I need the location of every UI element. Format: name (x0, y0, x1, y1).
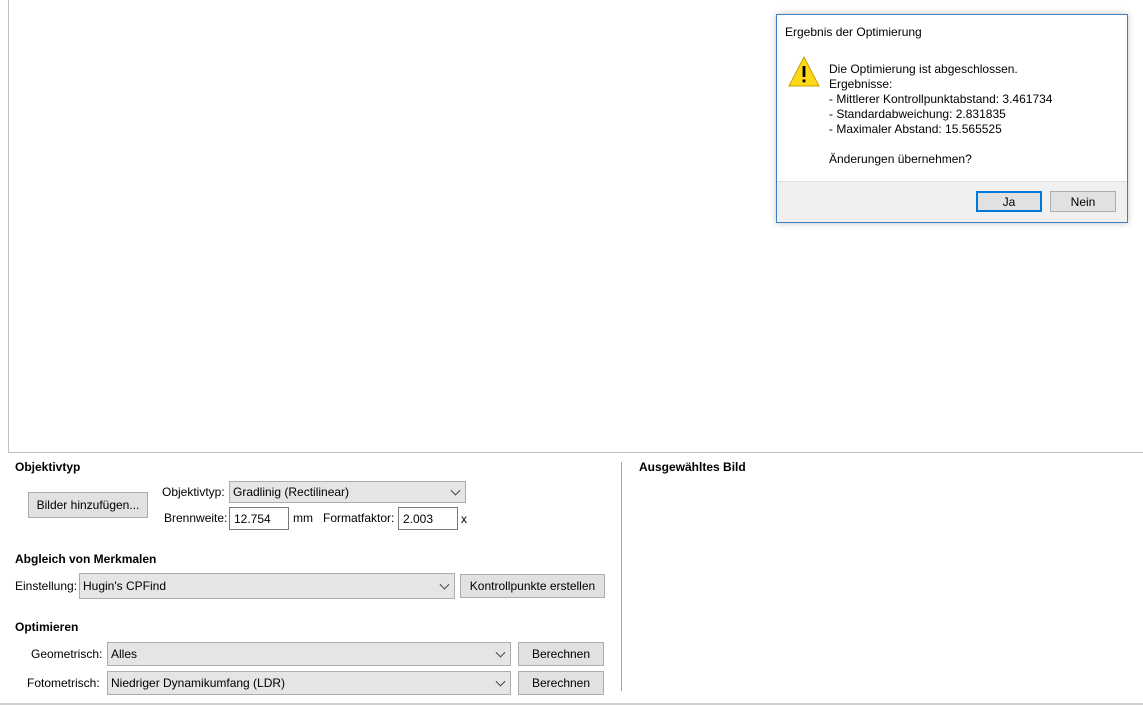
create-control-points-button[interactable]: Kontrollpunkte erstellen (460, 574, 605, 598)
lens-type-value: Gradlinig (Rectilinear) (233, 485, 350, 499)
photometric-value: Niedriger Dynamikumfang (LDR) (111, 676, 286, 690)
geometric-select[interactable]: Alles (107, 642, 511, 666)
chevron-down-icon (450, 485, 461, 496)
crop-factor-label: Formatfaktor: (323, 511, 395, 525)
photometric-label: Fotometrisch: (27, 676, 100, 690)
dialog-message-line: Die Optimierung ist abgeschlossen. (829, 62, 1018, 76)
dialog-message-line: - Standardabweichung: 2.831835 (829, 107, 1006, 121)
photometric-calculate-button[interactable]: Berechnen (518, 671, 604, 695)
lens-type-label: Objektivtyp: (162, 485, 225, 499)
lens-section-title: Objektivtyp (15, 460, 81, 474)
warning-icon (788, 55, 820, 87)
geometric-value: Alles (111, 647, 138, 661)
dialog-title: Ergebnis der Optimierung (785, 25, 922, 39)
matching-setting-value: Hugin's CPFind (83, 579, 166, 593)
dialog-button-bar: Ja Nein (777, 181, 1127, 222)
geometric-label: Geometrisch: (31, 647, 103, 661)
focal-length-label: Brennweite: (164, 511, 228, 525)
crop-factor-unit: x (461, 512, 467, 526)
matching-setting-select[interactable]: Hugin's CPFind (79, 573, 455, 599)
crop-factor-input[interactable]: 2.003 (398, 507, 458, 530)
dialog-message-line (829, 137, 1052, 152)
add-images-button[interactable]: Bilder hinzufügen... (28, 492, 148, 518)
photometric-select[interactable]: Niedriger Dynamikumfang (LDR) (107, 671, 511, 695)
lens-type-select[interactable]: Gradlinig (Rectilinear) (229, 481, 466, 503)
dialog-message-line: - Maximaler Abstand: 15.565525 (829, 122, 1002, 136)
chevron-down-icon (495, 647, 506, 658)
focal-length-unit: mm (293, 511, 313, 525)
focal-length-input[interactable]: 12.754 (229, 507, 289, 530)
dialog-message: Die Optimierung ist abgeschlossen. Ergeb… (829, 62, 1052, 167)
dialog-message-line: Ergebnisse: (829, 77, 893, 91)
geometric-calculate-button[interactable]: Berechnen (518, 642, 604, 666)
assistant-panel: Objektivtyp Bilder hinzufügen... Objekti… (0, 453, 1143, 705)
dialog-message-line: Änderungen übernehmen? (829, 152, 972, 166)
optimization-result-dialog: Ergebnis der Optimierung Die Optimierung… (776, 14, 1128, 223)
dialog-message-line: - Mittlerer Kontrollpunktabstand: 3.4617… (829, 92, 1053, 106)
panel-divider (621, 462, 622, 691)
no-button[interactable]: Nein (1050, 191, 1116, 212)
selected-image-section-title: Ausgewähltes Bild (639, 460, 746, 474)
matching-section-title: Abgleich von Merkmalen (15, 552, 157, 566)
yes-button[interactable]: Ja (976, 191, 1042, 212)
matching-setting-label: Einstellung: (15, 579, 78, 593)
chevron-down-icon (439, 579, 450, 590)
chevron-down-icon (495, 676, 506, 687)
optimize-section-title: Optimieren (15, 620, 79, 634)
